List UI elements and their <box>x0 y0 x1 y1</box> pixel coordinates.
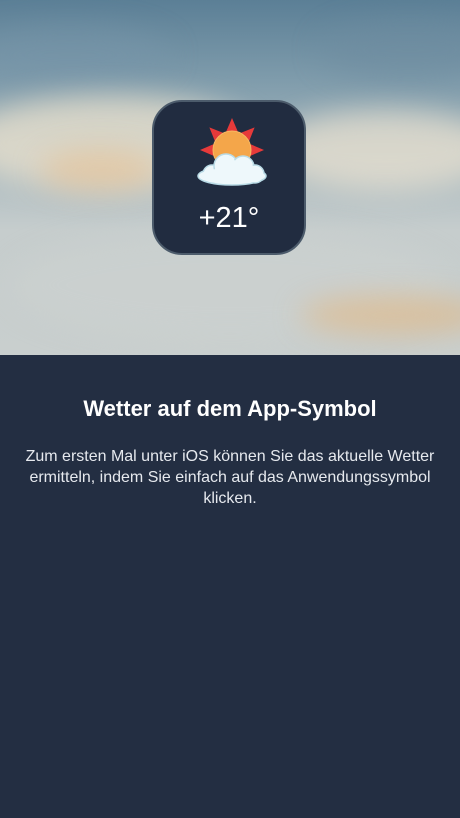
onboarding-description: Zum ersten Mal unter iOS können Sie das … <box>25 448 435 507</box>
temperature-label: +21° <box>198 202 260 234</box>
sky-background-image: +21° <box>0 0 460 355</box>
weather-app-icon: +21° <box>152 100 306 255</box>
onboarding-title: Wetter auf dem App-Symbol <box>83 396 377 421</box>
sun-behind-cloud-icon <box>197 118 267 186</box>
info-panel <box>0 355 460 818</box>
